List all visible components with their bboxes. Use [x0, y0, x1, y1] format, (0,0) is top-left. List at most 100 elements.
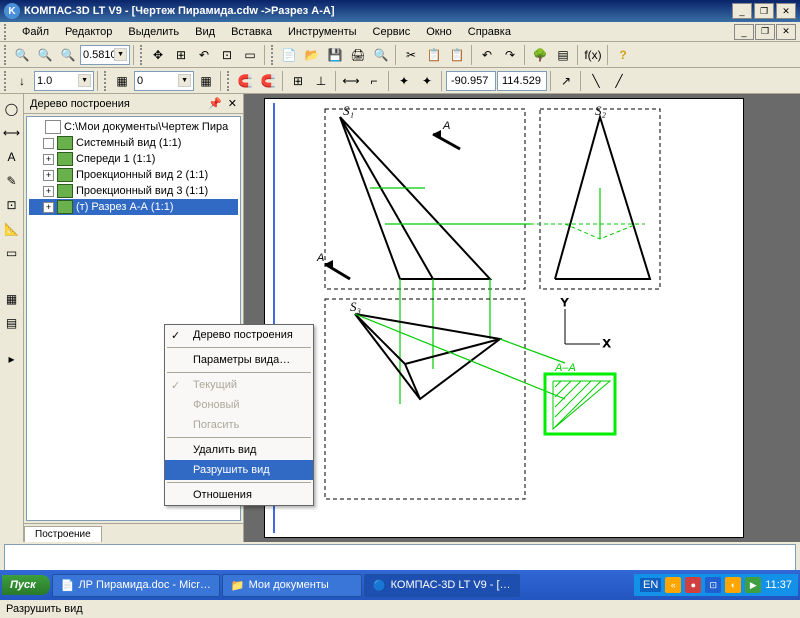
arrow-down-icon[interactable]: ↓ — [11, 70, 33, 92]
zoom-out-icon[interactable]: 🔍 — [34, 44, 56, 66]
open-icon[interactable]: 📂 — [301, 44, 323, 66]
zoom-in-icon[interactable]: 🔍 — [11, 44, 33, 66]
grip-handle[interactable] — [227, 71, 231, 91]
tray-icon[interactable]: ◐ — [725, 577, 741, 593]
param-icon[interactable]: ⊡ — [1, 194, 23, 216]
coord-x[interactable]: -90.957 — [446, 71, 496, 91]
mdi-restore-button[interactable]: ❐ — [755, 24, 775, 40]
round-icon[interactable]: ⌐ — [363, 70, 385, 92]
undo-icon[interactable]: ↶ — [476, 44, 498, 66]
drawing-canvas[interactable]: S₁ А А — [244, 94, 800, 542]
grip-handle[interactable] — [104, 71, 108, 91]
tray-icon[interactable]: ● — [685, 577, 701, 593]
dim-icon[interactable]: ⟷ — [340, 70, 362, 92]
menu-file[interactable]: Файл — [14, 24, 57, 40]
snap-mid-icon[interactable]: 🧲 — [257, 70, 279, 92]
ctx-destroy[interactable]: Разрушить вид — [165, 460, 313, 480]
menu-tools[interactable]: Инструменты — [280, 24, 365, 40]
new-icon[interactable]: 📄 — [278, 44, 300, 66]
layer-combo[interactable]: 0 — [134, 71, 194, 91]
grip-handle[interactable] — [140, 45, 144, 65]
mdi-minimize-button[interactable]: _ — [734, 24, 754, 40]
copy-icon[interactable]: 📋 — [423, 44, 445, 66]
pin-icon[interactable]: 📌 — [208, 97, 222, 110]
grip-handle[interactable] — [4, 45, 8, 65]
tray-icon[interactable]: ▶ — [745, 577, 761, 593]
grid-icon[interactable]: ⊞ — [287, 70, 309, 92]
text-icon[interactable]: A — [1, 146, 23, 168]
mdi-close-button[interactable]: ✕ — [776, 24, 796, 40]
tray-icon[interactable]: ⊡ — [705, 577, 721, 593]
task-button-active[interactable]: 🔵КОМПАС-3D LT V9 - [… — [364, 574, 520, 597]
zoom-all-icon[interactable]: ⊡ — [216, 44, 238, 66]
grip-handle[interactable] — [4, 24, 10, 40]
ctx-delete[interactable]: Удалить вид — [165, 440, 313, 460]
report-icon[interactable]: ▤ — [1, 312, 23, 334]
tree-expand-icon[interactable]: + — [43, 154, 54, 165]
tree-expand-icon[interactable]: + — [43, 186, 54, 197]
menu-help[interactable]: Справка — [460, 24, 519, 40]
menu-insert[interactable]: Вставка — [223, 24, 280, 40]
zoom-prev-icon[interactable]: ↶ — [193, 44, 215, 66]
ctx-bg[interactable]: Фоновый — [165, 395, 313, 415]
grip-handle[interactable] — [4, 71, 8, 91]
ctx-hide[interactable]: Погасить — [165, 415, 313, 435]
ctx-current[interactable]: ✓Текущий — [165, 375, 313, 395]
tree-expand-icon[interactable]: + — [43, 202, 54, 213]
variable-icon[interactable]: f(x) — [582, 44, 604, 66]
dim-icon[interactable]: ⟷ — [1, 122, 23, 144]
tree-item-selected[interactable]: + (т) Разрез А-А (1:1) — [29, 199, 238, 215]
layer-mgr-icon[interactable]: ▦ — [195, 70, 217, 92]
snap-end-icon[interactable]: 🧲 — [234, 70, 256, 92]
preview-icon[interactable]: 🔍 — [370, 44, 392, 66]
print-icon[interactable]: 🖨 — [347, 44, 369, 66]
measure-icon[interactable]: 📐 — [1, 218, 23, 240]
tree-root[interactable]: С:\Мои документы\Чертеж Пира — [29, 119, 238, 135]
start-button[interactable]: Пуск — [2, 575, 50, 595]
menu-edit[interactable]: Редактор — [57, 24, 120, 40]
close-button[interactable]: ✕ — [776, 3, 796, 19]
menu-view[interactable]: Вид — [187, 24, 223, 40]
ortho-icon[interactable]: ⊥ — [310, 70, 332, 92]
scale-combo[interactable]: 1.0 — [34, 71, 94, 91]
help-icon[interactable]: ? — [612, 44, 634, 66]
save-icon[interactable]: 💾 — [324, 44, 346, 66]
zoom-select-icon[interactable]: ▭ — [239, 44, 261, 66]
tree-collapse-icon[interactable] — [43, 138, 54, 149]
grip-handle[interactable] — [271, 45, 275, 65]
menu-select[interactable]: Выделить — [120, 24, 187, 40]
tab-build[interactable]: Построение — [24, 526, 102, 542]
zoom-combo[interactable]: 0.5810 — [80, 45, 130, 65]
maximize-button[interactable]: ❐ — [754, 3, 774, 19]
geom-icon[interactable]: ◯ — [1, 98, 23, 120]
tree-item[interactable]: + Проекционный вид 2 (1:1) — [29, 167, 238, 183]
zoom-window-icon[interactable]: 🔍 — [57, 44, 79, 66]
coord-y[interactable]: 114.529 — [497, 71, 547, 91]
zoom-fit-icon[interactable]: ⊞ — [170, 44, 192, 66]
ctx-tree[interactable]: ✓Дерево построения — [165, 325, 313, 345]
close-panel-icon[interactable]: ✕ — [228, 97, 237, 110]
ctx-relations[interactable]: Отношения — [165, 485, 313, 505]
tree-icon[interactable]: 🌳 — [529, 44, 551, 66]
snap-icon[interactable]: ✦ — [393, 70, 415, 92]
tree-item[interactable]: + Проекционный вид 3 (1:1) — [29, 183, 238, 199]
lcs-icon[interactable]: ↗ — [555, 70, 577, 92]
minimize-button[interactable]: _ — [732, 3, 752, 19]
coord-icon[interactable]: ✦ — [416, 70, 438, 92]
menu-window[interactable]: Окно — [418, 24, 460, 40]
tray-icon[interactable]: « — [665, 577, 681, 593]
tree-item[interactable]: Системный вид (1:1) — [29, 135, 238, 151]
state-icon[interactable]: ▦ — [111, 70, 133, 92]
tree-expand-icon[interactable]: + — [43, 170, 54, 181]
paste-icon[interactable]: 📋 — [446, 44, 468, 66]
menu-service[interactable]: Сервис — [365, 24, 419, 40]
pan-icon[interactable]: ✥ — [147, 44, 169, 66]
expand-icon[interactable]: ▸ — [1, 348, 23, 370]
task-button[interactable]: 📁Мои документы — [222, 574, 362, 597]
redo-icon[interactable]: ↷ — [499, 44, 521, 66]
task-button[interactable]: 📄ЛР Пирамида.doc - Micr… — [52, 574, 220, 597]
edit-icon[interactable]: ✎ — [1, 170, 23, 192]
clock[interactable]: 11:37 — [765, 579, 792, 591]
ctx-params[interactable]: Параметры вида… — [165, 350, 313, 370]
cut-icon[interactable]: ✂ — [400, 44, 422, 66]
